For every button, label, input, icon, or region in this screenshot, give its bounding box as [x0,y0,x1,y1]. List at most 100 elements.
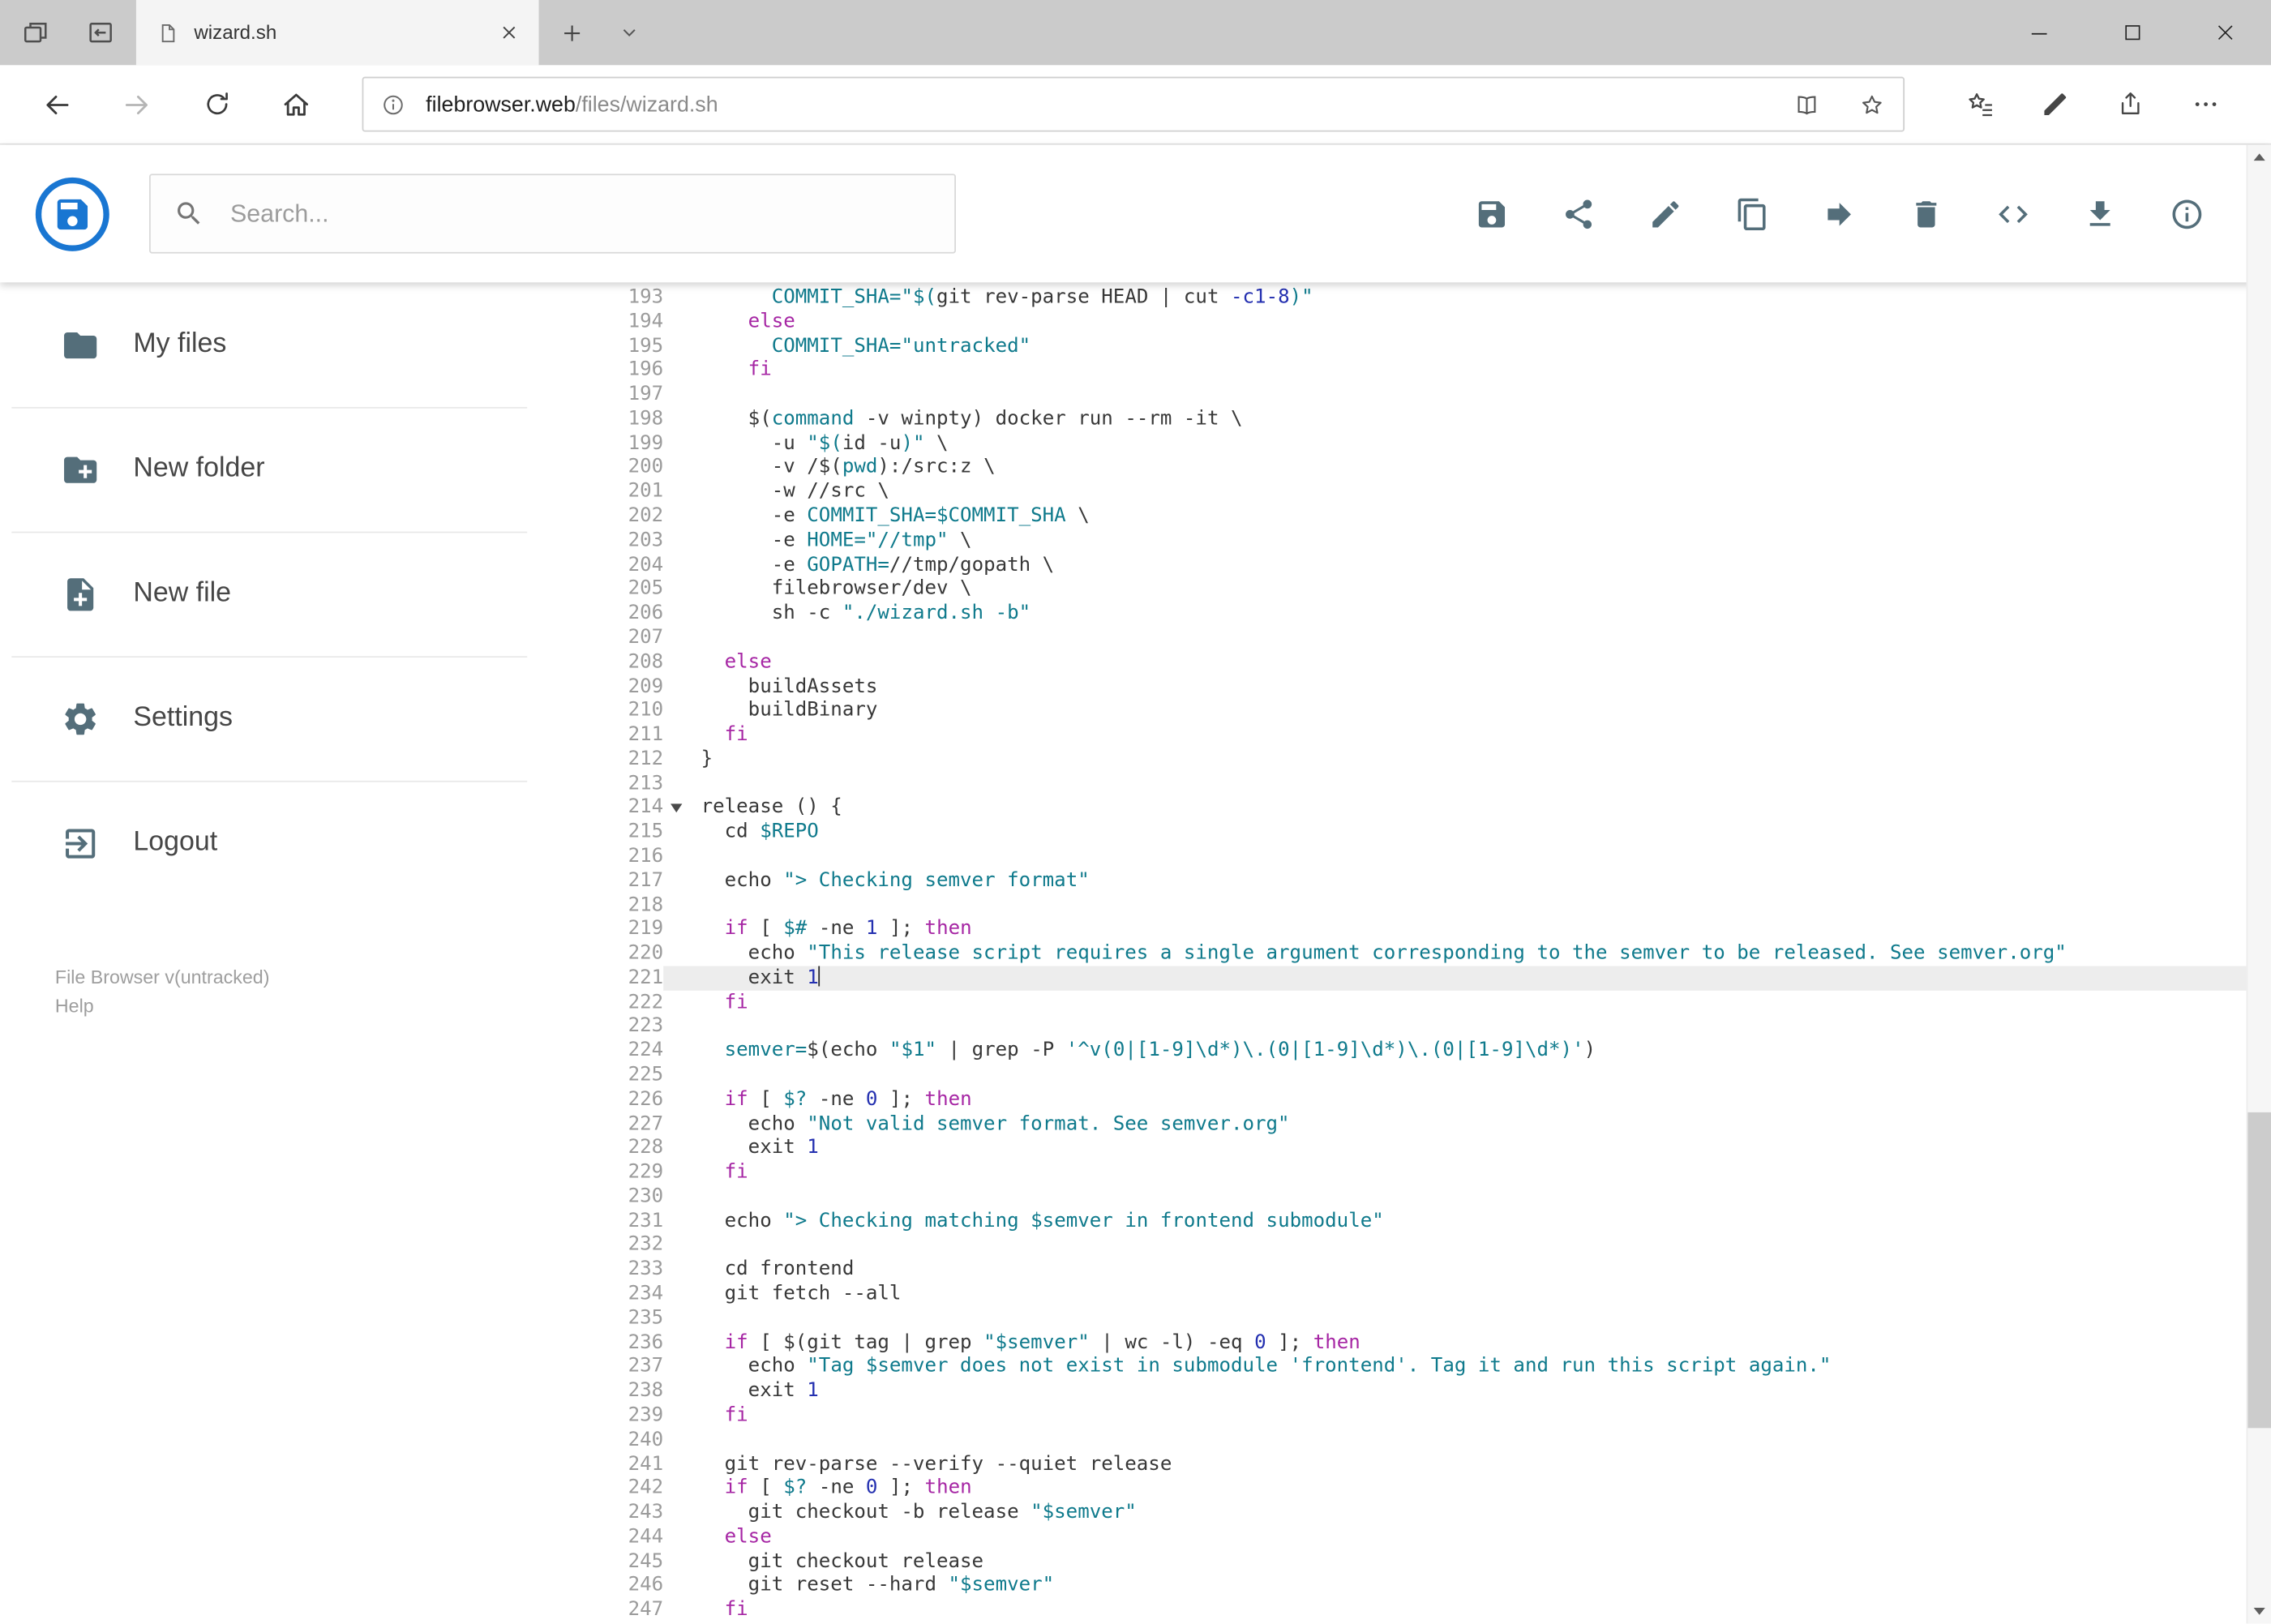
minimize-button[interactable] [1993,0,2085,65]
code-line[interactable]: 244 else [608,1525,2271,1549]
code-line[interactable]: 227 echo "Not valid semver format. See s… [608,1112,2271,1136]
code-line[interactable]: 223 [608,1014,2271,1039]
code-line[interactable]: 196 fi [608,358,2271,383]
code-line[interactable]: 221 exit 1 [608,966,2271,991]
code-line[interactable]: 236 if [ $(git tag | grep "$semver" | wc… [608,1330,2271,1355]
code-line[interactable]: 195 COMMIT_SHA="untracked" [608,334,2271,358]
code-line[interactable]: 211 fi [608,723,2271,748]
filebrowser-logo[interactable] [35,176,110,251]
download-button[interactable] [2083,196,2118,231]
code-line[interactable]: 217 echo "> Checking semver format" [608,868,2271,893]
code-line[interactable]: 205 filebrowser/dev \ [608,577,2271,602]
share-page-icon[interactable] [2093,64,2168,144]
scroll-down-icon[interactable] [2253,1599,2265,1623]
favorite-star-icon[interactable] [1858,91,1886,118]
delete-button[interactable] [1909,196,1943,231]
hub-icon[interactable] [1942,64,2017,144]
code-line[interactable]: 208 else [608,650,2271,675]
share-button[interactable] [1562,196,1596,231]
set-tabs-aside-icon[interactable] [85,17,116,48]
code-line[interactable]: 219 if [ $# -ne 1 ]; then [608,917,2271,941]
forward-icon[interactable] [97,64,177,144]
code-line[interactable]: 243 git checkout -b release "$semver" [608,1501,2271,1525]
copy-button[interactable] [1735,196,1770,231]
code-line[interactable]: 228 exit 1 [608,1136,2271,1160]
refresh-icon[interactable] [177,64,256,144]
code-line[interactable]: 214 release () { [608,795,2271,820]
code-line[interactable]: 213 [608,771,2271,795]
code-line[interactable]: 238 exit 1 [608,1379,2271,1403]
code-line[interactable]: 198 $(command -v winpty) docker run --rm… [608,407,2271,431]
scroll-up-icon[interactable] [2253,145,2265,169]
help-link[interactable]: Help [55,992,608,1022]
code-line[interactable]: 209 buildAssets [608,675,2271,699]
code-line[interactable]: 225 [608,1063,2271,1087]
code-line[interactable]: 239 fi [608,1403,2271,1428]
code-line[interactable]: 201 -w //src \ [608,480,2271,504]
code-line[interactable]: 207 [608,626,2271,650]
sidebar-item-settings[interactable]: Settings [0,656,608,781]
new-tab-icon[interactable] [551,0,594,65]
code-line[interactable]: 216 [608,844,2271,868]
maximize-button[interactable] [2085,0,2178,65]
code-line[interactable]: 204 -e GOPATH=//tmp/gopath \ [608,553,2271,577]
code-line[interactable]: 210 buildBinary [608,699,2271,723]
code-line[interactable]: 197 [608,383,2271,407]
code-editor[interactable]: 193 COMMIT_SHA="$(git rev-parse HEAD | c… [608,282,2271,1623]
page-scrollbar[interactable] [2246,144,2271,1624]
sidebar-item-new-file[interactable]: New file [0,531,608,657]
code-line[interactable]: 224 semver=$(echo "$1" | grep -P '^v(0|[… [608,1039,2271,1063]
code-line[interactable]: 231 echo "> Checking matching $semver in… [608,1209,2271,1233]
code-line[interactable]: 218 [608,893,2271,917]
search-box[interactable] [148,174,956,254]
address-bar[interactable]: filebrowser.web/files/wizard.sh [362,76,1905,132]
close-window-button[interactable] [2179,0,2271,65]
code-line[interactable]: 247 fi [608,1598,2271,1622]
code-line[interactable]: 199 -u "$(id -u)" \ [608,431,2271,456]
code-line[interactable]: 220 echo "This release script requires a… [608,941,2271,966]
sidebar-item-logout[interactable]: Logout [0,780,608,906]
code-line[interactable]: 226 if [ $? -ne 0 ]; then [608,1087,2271,1112]
save-button[interactable] [1475,196,1510,231]
close-tab-icon[interactable] [499,24,518,42]
fold-arrow-icon[interactable] [671,804,683,813]
reading-view-icon[interactable] [1793,91,1821,118]
sidebar-item-my-files[interactable]: My files [0,282,608,407]
code-line[interactable]: 234 git fetch --all [608,1282,2271,1306]
scrollbar-track[interactable] [2247,169,2271,1599]
code-line[interactable]: 241 git rev-parse --verify --quiet relea… [608,1452,2271,1476]
edit-button[interactable] [1648,196,1683,231]
sidebar-item-new-folder[interactable]: New folder [0,406,608,532]
code-line[interactable]: 222 fi [608,990,2271,1014]
code-line[interactable]: 230 [608,1185,2271,1209]
info-button[interactable] [2170,196,2205,231]
code-button[interactable] [1996,196,2031,231]
code-line[interactable]: 194 else [608,310,2271,334]
site-info-icon[interactable] [381,92,405,116]
code-line[interactable]: 206 sh -c "./wizard.sh -b" [608,602,2271,626]
code-line[interactable]: 202 -e COMMIT_SHA=$COMMIT_SHA \ [608,504,2271,529]
code-line[interactable]: 203 -e HOME="//tmp" \ [608,529,2271,553]
code-line[interactable]: 193 COMMIT_SHA="$(git rev-parse HEAD | c… [608,285,2271,310]
code-line[interactable]: 237 echo "Tag $semver does not exist in … [608,1355,2271,1379]
more-options-icon[interactable] [2168,64,2243,144]
search-input[interactable] [227,197,932,230]
move-button[interactable] [1822,196,1857,231]
code-line[interactable]: 245 git checkout release [608,1549,2271,1574]
home-icon[interactable] [256,64,336,144]
code-line[interactable]: 233 cd frontend [608,1258,2271,1282]
tab-preview-icon[interactable] [20,17,51,48]
back-icon[interactable] [17,64,96,144]
code-line[interactable]: 240 [608,1428,2271,1452]
code-line[interactable]: 229 fi [608,1160,2271,1185]
code-line[interactable]: 215 cd $REPO [608,820,2271,844]
code-line[interactable]: 212} [608,747,2271,771]
browser-tab[interactable]: wizard.sh [135,0,539,66]
scrollbar-thumb[interactable] [2247,1112,2271,1428]
code-line[interactable]: 246 git reset --hard "$semver" [608,1574,2271,1598]
code-line[interactable]: 232 [608,1233,2271,1258]
tabs-dropdown-icon[interactable] [611,0,646,65]
code-line[interactable]: 235 [608,1306,2271,1330]
code-line[interactable]: 200 -v /$(pwd):/src:z \ [608,456,2271,480]
code-line[interactable]: 242 if [ $? -ne 0 ]; then [608,1476,2271,1501]
